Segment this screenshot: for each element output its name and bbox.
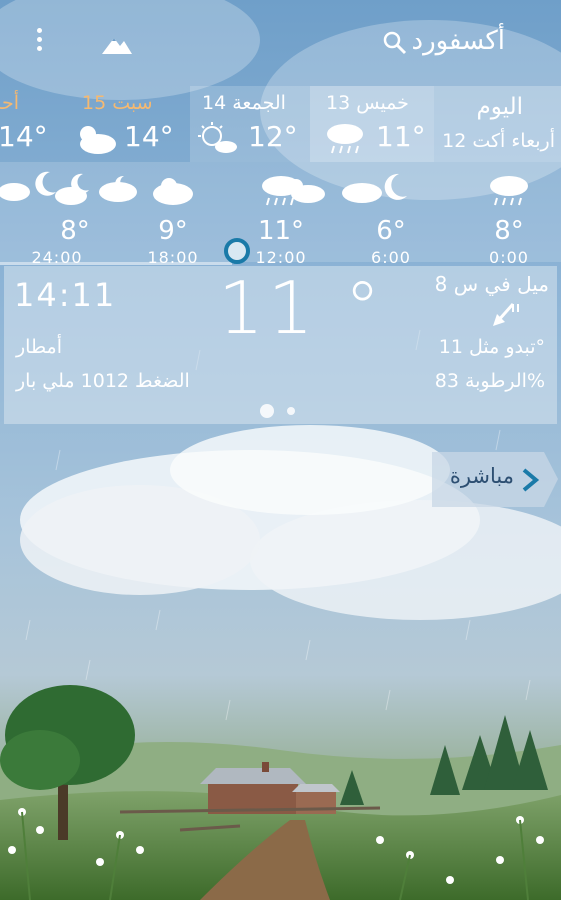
sun-cloud-icon	[198, 122, 237, 153]
city-name[interactable]: أكسفورد	[411, 26, 505, 56]
cloud-icon	[342, 183, 382, 203]
hourly-forecast-strip: 8° 24:00 9° 18:00 11° 12:00 6° 6:00 8° 0…	[0, 162, 561, 267]
rain-icon	[327, 124, 363, 154]
page-dot	[287, 406, 296, 415]
day-temp: 14°	[124, 120, 174, 153]
hour-item[interactable]: 9° 18:00	[138, 172, 208, 267]
day-temp: 14°	[0, 120, 48, 153]
condition-text: أمطار	[16, 336, 63, 358]
wind-speed: 8 ميل في س	[434, 272, 549, 296]
today-date: أربعاء أكت 12	[442, 130, 555, 152]
sun-cloud-icon	[289, 179, 325, 203]
page-indicator	[260, 400, 303, 419]
timeline-progress	[0, 262, 232, 265]
today-label: اليوم	[476, 94, 523, 120]
page-dot-active	[260, 403, 274, 418]
search-icon[interactable]	[382, 30, 408, 56]
sun-cloud-icon	[80, 126, 116, 154]
cloud-moon-icon	[55, 173, 89, 205]
hour-temp: 8°	[494, 216, 524, 246]
day-sunday[interactable]: أحد 14°	[0, 86, 70, 162]
day-temp: 11°	[376, 120, 426, 153]
hour-temp: 11°	[257, 216, 305, 246]
hour-time: 12:00	[255, 248, 307, 267]
pressure-text: الضغط 1012 ملي بار	[16, 370, 190, 392]
hour-temp: 6°	[376, 216, 406, 246]
hour-temp: 9°	[158, 216, 188, 246]
current-time: 14:11	[14, 276, 117, 314]
today-tab[interactable]: اليوم أربعاء أكت 12	[434, 86, 561, 162]
cloud-icon	[99, 175, 137, 202]
day-thursday[interactable]: خميس 13 11°	[310, 86, 434, 162]
current-conditions-panel[interactable]: 14:11 11 ° 8 ميل في س أمطار الضغط 1012 م…	[4, 266, 557, 424]
day-name: أحد	[0, 92, 19, 114]
top-bar: أكسفورد	[0, 0, 561, 86]
live-button[interactable]: مباشرة	[432, 452, 558, 507]
day-friday[interactable]: الجمعة 14 12°	[190, 86, 310, 162]
hour-item[interactable]: 8° 0:00	[474, 172, 544, 267]
humidity-text: الرطوبة 83%	[434, 370, 545, 392]
rain-icon	[490, 176, 528, 206]
current-temp: 11 °	[218, 266, 385, 350]
day-saturday[interactable]: سبت 15 14°	[70, 86, 190, 162]
more-menu-icon[interactable]	[30, 28, 48, 58]
landscape-icon[interactable]	[100, 30, 134, 56]
live-button-tip	[544, 452, 558, 507]
day-temp: 12°	[248, 120, 298, 153]
wind-direction-icon	[493, 303, 519, 326]
cloud-icon	[153, 178, 193, 205]
chevron-right-icon	[522, 468, 540, 492]
day-name: سبت 15	[82, 92, 153, 114]
day-name: خميس 13	[326, 92, 409, 114]
hour-time: 6:00	[371, 248, 411, 267]
current-time-marker[interactable]	[224, 238, 250, 264]
hour-temp: 8°	[60, 216, 90, 246]
feels-like-text: تبدو مثل 11°	[438, 336, 545, 358]
hour-time: 0:00	[489, 248, 529, 267]
day-name: الجمعة 14	[202, 92, 286, 114]
live-button-label: مباشرة	[449, 464, 514, 488]
